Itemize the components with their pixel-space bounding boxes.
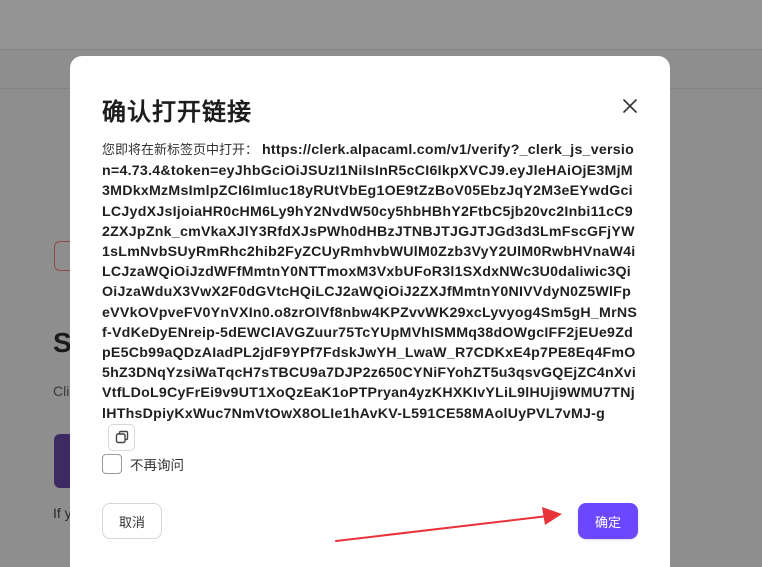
annotation-arrow-icon [335, 507, 562, 542]
